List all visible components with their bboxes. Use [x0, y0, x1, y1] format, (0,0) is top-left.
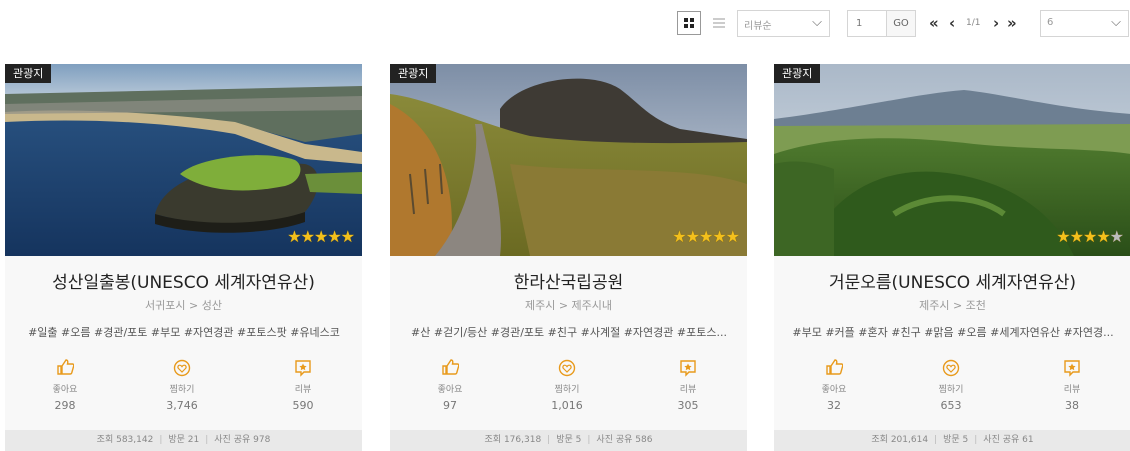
place-title[interactable]: 한라산국립공원: [390, 268, 747, 293]
like-stat[interactable]: 좋아요 32: [804, 359, 864, 412]
per-page-select[interactable]: 6 ⌵: [1040, 10, 1129, 37]
place-card[interactable]: 관광지 ★★★★★ 한라산국립공원 제주시 > 제주시내 #산 #걷기/등산 #…: [390, 64, 747, 451]
pick-count: 653: [940, 399, 962, 412]
star-note-icon: [658, 359, 718, 379]
star-icon: ★★★★★: [672, 227, 740, 246]
heart-circle-icon: [921, 359, 981, 379]
pick-label: 찜하기: [169, 385, 195, 395]
like-count: 298: [54, 399, 76, 412]
view-count: 조회 583,142: [96, 435, 154, 445]
place-hashtags: #산 #걷기/등산 #경관/포토 #친구 #사계절 #자연경관 #포토스...: [411, 326, 727, 339]
thumbs-up-icon: [35, 359, 95, 379]
place-location: 서귀포시 > 성산: [145, 299, 222, 312]
thumbs-up-icon: [804, 359, 864, 379]
place-title[interactable]: 거문오름(UNESCO 세계자연유산): [774, 268, 1130, 293]
photo-share-count: 사진 공유 586: [596, 435, 653, 445]
grid-view-button[interactable]: [677, 11, 701, 35]
photo-share-count: 사진 공유 978: [214, 435, 271, 445]
visit-count: 방문 5: [556, 435, 582, 445]
pick-stat[interactable]: 찜하기 653: [921, 359, 981, 412]
view-count: 조회 201,614: [871, 435, 929, 445]
pick-label: 찜하기: [554, 385, 580, 395]
like-stat[interactable]: 좋아요 97: [420, 359, 480, 412]
card-footer-stats: 조회 176,318 | 방문 5 | 사진 공유 586: [390, 430, 747, 451]
list-toolbar: 리뷰순 ⌵ 1 GO « ‹ 1/1 › » 6 ⌵: [0, 10, 1130, 38]
review-count: 590: [292, 399, 314, 412]
star-icon: ★★★★: [1056, 227, 1110, 246]
list-view-icon: [713, 18, 725, 28]
star-note-icon: [273, 359, 333, 379]
heart-circle-icon: [537, 359, 597, 379]
rating-stars: ★★★★★: [287, 227, 355, 246]
place-card[interactable]: 관광지 ★★★★★ 성산일출봉(UNESCO 세계자연유산) 서귀포시 > 성산…: [5, 64, 362, 451]
pick-count: 3,746: [166, 399, 198, 412]
list-view-button[interactable]: [707, 11, 731, 35]
place-hashtags: #일출 #오름 #경관/포토 #부모 #자연경관 #포토스팟 #유네스코: [28, 326, 340, 339]
like-label: 좋아요: [821, 385, 847, 395]
photo-share-count: 사진 공유 61: [983, 435, 1034, 445]
category-tag: 관광지: [390, 64, 437, 83]
card-footer-stats: 조회 583,142 | 방문 21 | 사진 공유 978: [5, 430, 362, 451]
per-page-select-value: 6: [1047, 17, 1054, 28]
review-label: 리뷰: [1063, 385, 1081, 395]
thumbs-up-icon: [420, 359, 480, 379]
next-page-button[interactable]: ›: [993, 13, 999, 33]
category-tag: 관광지: [5, 64, 52, 83]
sort-select-value: 리뷰순: [744, 21, 772, 32]
like-count: 32: [827, 399, 841, 412]
card-footer-stats: 조회 201,614 | 방문 5 | 사진 공유 61: [774, 430, 1130, 451]
grid-view-icon: [684, 18, 694, 28]
review-stat[interactable]: 리뷰 590: [273, 359, 333, 412]
sort-select[interactable]: 리뷰순 ⌵: [737, 10, 830, 37]
last-page-button[interactable]: »: [1007, 13, 1017, 33]
place-title[interactable]: 성산일출봉(UNESCO 세계자연유산): [5, 268, 362, 293]
like-label: 좋아요: [52, 385, 78, 395]
category-tag: 관광지: [774, 64, 821, 83]
visit-count: 방문 21: [168, 435, 200, 445]
go-button[interactable]: GO: [886, 10, 916, 37]
place-photo[interactable]: 관광지 ★★★★★: [5, 64, 362, 256]
place-location: 제주시 > 제주시내: [524, 299, 613, 312]
place-photo[interactable]: 관광지 ★★★★★: [390, 64, 747, 256]
page-indicator: 1/1: [966, 18, 981, 28]
review-count: 38: [1065, 399, 1079, 412]
place-location: 제주시 > 조천: [919, 299, 986, 312]
place-hashtags: #부모 #커플 #혼자 #친구 #맑음 #오름 #세계자연유산 #자연경...: [792, 326, 1114, 339]
pick-stat[interactable]: 찜하기 3,746: [152, 359, 212, 412]
pick-label: 찜하기: [938, 385, 964, 395]
chevron-down-icon: ⌵: [1111, 15, 1121, 30]
star-icon: ★★★★★: [287, 227, 355, 246]
heart-circle-icon: [152, 359, 212, 379]
rating-stars: ★★★★★: [1056, 227, 1124, 246]
place-photo[interactable]: 관광지 ★★★★★: [774, 64, 1130, 256]
star-note-icon: [1042, 359, 1102, 379]
review-stat[interactable]: 리뷰 305: [658, 359, 718, 412]
place-card[interactable]: 관광지 ★★★★★ 거문오름(UNESCO 세계자연유산) 제주시 > 조천 #…: [774, 64, 1130, 451]
page-number-input[interactable]: 1: [847, 10, 887, 37]
pick-stat[interactable]: 찜하기 1,016: [537, 359, 597, 412]
like-label: 좋아요: [437, 385, 463, 395]
first-page-button[interactable]: «: [929, 13, 939, 33]
chevron-down-icon: ⌵: [812, 15, 822, 30]
like-count: 97: [443, 399, 457, 412]
visit-count: 방문 5: [943, 435, 969, 445]
rating-stars: ★★★★★: [672, 227, 740, 246]
pick-count: 1,016: [551, 399, 583, 412]
view-count: 조회 176,318: [484, 435, 542, 445]
review-label: 리뷰: [679, 385, 697, 395]
prev-page-button[interactable]: ‹: [949, 13, 955, 33]
review-label: 리뷰: [294, 385, 312, 395]
review-stat[interactable]: 리뷰 38: [1042, 359, 1102, 412]
like-stat[interactable]: 좋아요 298: [35, 359, 95, 412]
review-count: 305: [677, 399, 699, 412]
star-empty-icon: ★: [1109, 227, 1124, 246]
